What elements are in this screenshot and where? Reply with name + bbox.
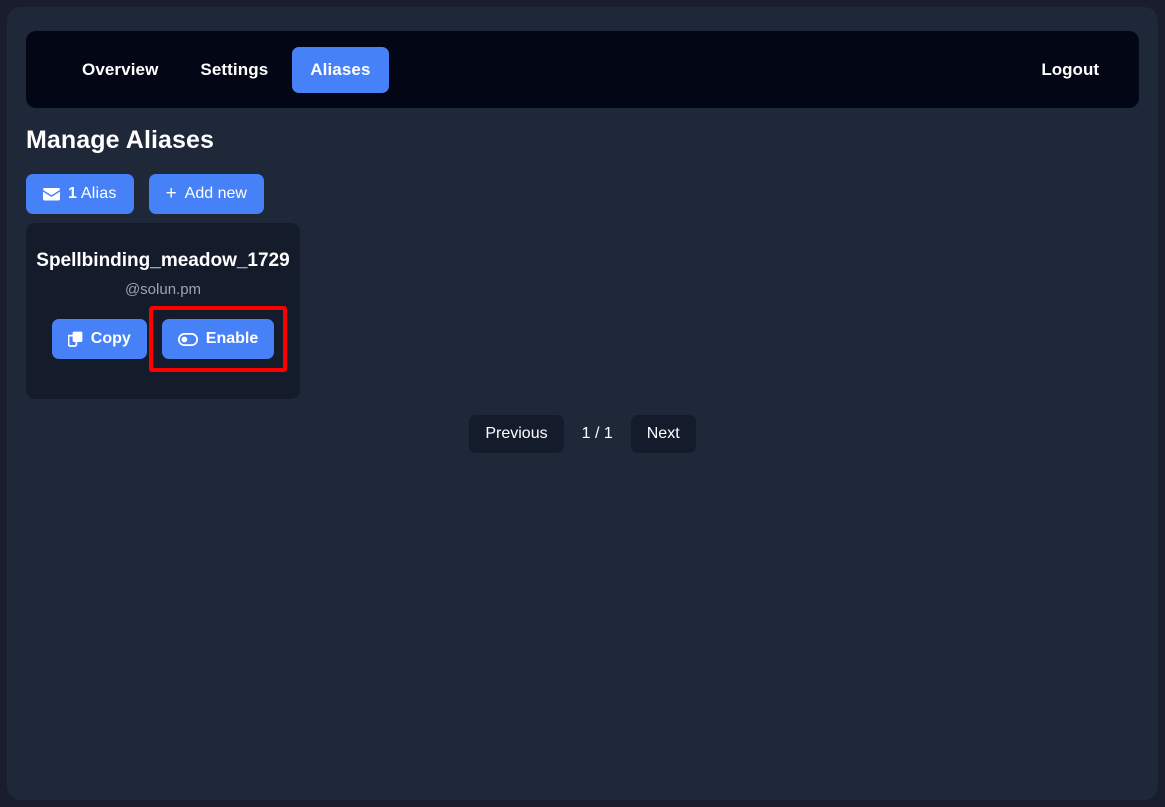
- copy-icon: [67, 331, 83, 347]
- nav-items-group: Overview Settings Aliases: [64, 46, 389, 93]
- alias-name: Spellbinding_meadow_1729: [36, 250, 290, 271]
- enable-alias-button[interactable]: Enable: [161, 319, 275, 359]
- alias-count-text: 1 Alias: [68, 185, 117, 203]
- nav-right-group: Logout: [1037, 50, 1103, 90]
- app-container: Overview Settings Aliases Logout Manage …: [7, 7, 1158, 800]
- alias-actions-toolbar: 1 Alias + Add new: [26, 174, 264, 214]
- copy-label: Copy: [90, 330, 131, 347]
- top-navigation-bar: Overview Settings Aliases Logout: [26, 31, 1139, 108]
- page-title: Manage Aliases: [26, 126, 215, 154]
- nav-item-aliases[interactable]: Aliases: [292, 46, 389, 93]
- copy-alias-button[interactable]: Copy: [51, 319, 147, 359]
- alias-domain: @solun.pm: [124, 281, 202, 298]
- nav-item-overview[interactable]: Overview: [64, 47, 176, 93]
- alias-count-label: Alias: [77, 185, 117, 202]
- pagination-controls: Previous 1 / 1 Next: [7, 415, 1158, 453]
- add-new-alias-button[interactable]: + Add new: [148, 174, 264, 214]
- alias-count-value: 1: [68, 185, 78, 202]
- logout-button[interactable]: Logout: [1037, 50, 1103, 90]
- alias-card-actions: Copy Enable: [26, 306, 300, 372]
- alias-card: Spellbinding_meadow_1729 @solun.pm Copy: [26, 223, 300, 399]
- page-indicator: 1 / 1: [581, 425, 613, 442]
- next-page-button[interactable]: Next: [630, 415, 696, 453]
- enable-label: Enable: [205, 330, 259, 347]
- plus-icon: +: [165, 182, 177, 204]
- toggle-off-icon: [177, 332, 198, 346]
- previous-page-button[interactable]: Previous: [469, 415, 564, 453]
- add-new-label: Add new: [184, 185, 247, 202]
- nav-item-settings[interactable]: Settings: [182, 47, 286, 93]
- alias-count-button[interactable]: 1 Alias: [26, 174, 134, 214]
- envelope-icon: [43, 187, 60, 201]
- enable-button-wrapper: Enable: [148, 306, 288, 372]
